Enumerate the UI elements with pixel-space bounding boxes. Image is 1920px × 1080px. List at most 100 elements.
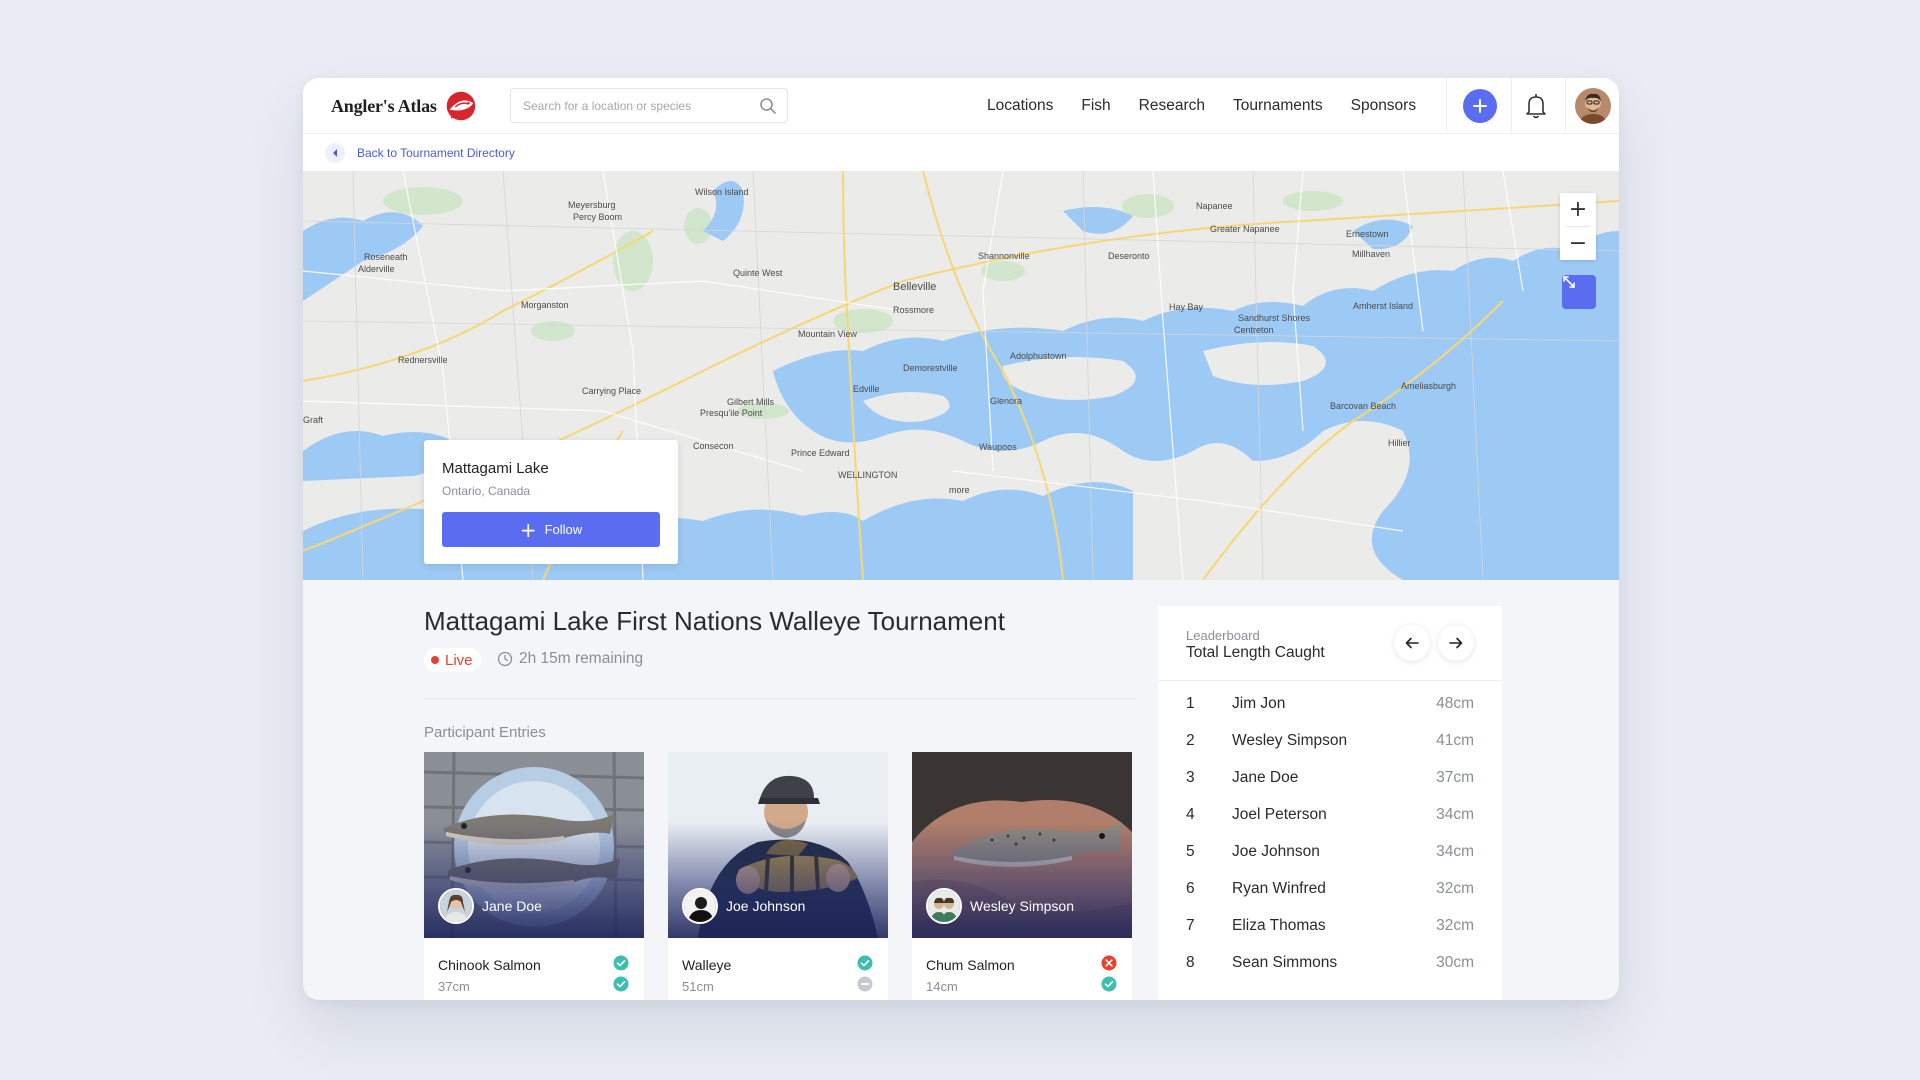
follow-label: Follow <box>544 522 583 537</box>
nav-tournaments[interactable]: Tournaments <box>1233 97 1323 115</box>
leaderboard-length: 34cm <box>1436 843 1474 860</box>
entry-size: 51cm <box>682 979 714 994</box>
map-label: Demorestville <box>903 363 958 373</box>
lake-name: Mattagami Lake <box>442 460 549 477</box>
entry-card[interactable]: Wesley Simpson Chum Salmon 14cm <box>912 752 1132 1000</box>
map-label: Hillier <box>1388 438 1411 448</box>
nav-sponsors[interactable]: Sponsors <box>1351 97 1416 115</box>
leaderboard-next-button[interactable] <box>1438 625 1474 661</box>
tournament-title: Mattagami Lake First Nations Walleye Tou… <box>424 606 1005 636</box>
leaderboard-kicker: Leaderboard <box>1186 628 1260 643</box>
map-label: Quinte West <box>733 268 783 278</box>
approved-check-icon <box>613 976 629 992</box>
leaderboard-panel: Leaderboard Total Length Caught 1 Jim Jon… <box>1158 606 1502 1000</box>
leaderboard-length: 34cm <box>1436 806 1474 823</box>
entry-user-avatar <box>438 888 474 924</box>
entry-species: Chum Salmon <box>926 957 1015 973</box>
map-label: Glenora <box>990 396 1023 406</box>
map-label: Amherst Island <box>1353 301 1414 311</box>
entry-size: 14cm <box>926 979 958 994</box>
map-label: Presqu'ile Point <box>700 408 763 418</box>
leaderboard-name: Jim Jon <box>1232 695 1286 712</box>
map-label: Millhaven <box>1352 249 1391 259</box>
entry-user-avatar <box>926 888 962 924</box>
search-icon[interactable] <box>759 97 777 115</box>
map-label: Percy Boom <box>573 212 623 222</box>
leaderboard-length: 32cm <box>1436 880 1474 897</box>
leaderboard-row[interactable]: 6 Ryan Winfred 32cm <box>1158 871 1502 908</box>
content-divider <box>424 698 1136 699</box>
bell-icon[interactable] <box>1521 90 1551 122</box>
leaderboard-title: Total Length Caught <box>1186 644 1325 661</box>
time-remaining: 2h 15m remaining <box>497 650 643 668</box>
follow-button[interactable]: + Follow <box>442 512 660 547</box>
pending-icon <box>857 976 873 992</box>
leaderboard-rank: 8 <box>1186 954 1195 971</box>
nav-research[interactable]: Research <box>1139 97 1205 115</box>
entry-card[interactable]: Jane Doe Chinook Salmon 37cm <box>424 752 644 1000</box>
entry-species: Chinook Salmon <box>438 957 541 973</box>
logo-text: Angler's Atlas <box>331 95 437 116</box>
leaderboard-rank: 4 <box>1186 806 1195 823</box>
leaderboard-name: Eliza Thomas <box>1232 917 1326 934</box>
map-label: Edville <box>853 384 880 394</box>
entry-username: Joe Johnson <box>726 898 806 914</box>
entry-user: Wesley Simpson <box>926 888 1074 924</box>
live-badge: Live <box>424 648 481 672</box>
map-label: Centreton <box>1234 325 1274 335</box>
nav-locations[interactable]: Locations <box>987 97 1053 115</box>
back-button[interactable] <box>325 143 345 163</box>
map-label: Gilbert Mills <box>727 397 775 407</box>
map-label: Belleville <box>893 281 937 293</box>
leaderboard-length: 48cm <box>1436 695 1474 712</box>
zoom-in-button[interactable]: + <box>1560 193 1596 226</box>
leaderboard-row[interactable]: 3 Jane Doe 37cm <box>1158 760 1502 797</box>
map-label: Prince Edward <box>791 448 850 458</box>
map-label: Graft <box>303 415 324 425</box>
leaderboard-row[interactable]: 7 Eliza Thomas 32cm <box>1158 908 1502 945</box>
map-label: Carrying Place <box>582 386 642 396</box>
map-label: more <box>949 485 970 495</box>
leaderboard-row[interactable]: 2 Wesley Simpson 41cm <box>1158 723 1502 760</box>
entry-username: Wesley Simpson <box>970 898 1075 914</box>
leaderboard-prev-button[interactable] <box>1394 625 1430 661</box>
lake-card: Mattagami Lake Ontario, Canada + Follow <box>424 440 678 564</box>
entry-username: Jane Doe <box>482 898 542 914</box>
search-input[interactable] <box>523 89 753 122</box>
map-label: Sandhurst Shores <box>1238 313 1311 323</box>
map-label: Rednersville <box>398 355 448 365</box>
back-to-directory-link[interactable]: Back to Tournament Directory <box>357 146 515 160</box>
main-nav: Locations Fish Research Tournaments Spon… <box>987 78 1444 134</box>
entry-species: Walleye <box>682 957 732 973</box>
map-view[interactable]: Wilson Island Meyersburg Percy Boom Rosenea… <box>303 171 1619 580</box>
expand-icon <box>1563 276 1575 288</box>
map-label: Barcovan Beach <box>1330 401 1397 411</box>
entry-user: Joe Johnson <box>682 888 805 924</box>
map-label: Adolphustown <box>1010 351 1067 361</box>
leaderboard-length: 32cm <box>1436 917 1474 934</box>
map-expand-button[interactable] <box>1562 275 1596 309</box>
map-label: Deseronto <box>1108 251 1150 261</box>
map-label: Rossmore <box>893 305 935 315</box>
add-button[interactable] <box>1463 89 1497 123</box>
map-label: Alderville <box>358 264 395 274</box>
leaderboard-row[interactable]: 4 Joel Peterson 34cm <box>1158 797 1502 834</box>
zoom-out-button[interactable]: − <box>1560 227 1596 260</box>
lake-location: Ontario, Canada <box>442 484 531 498</box>
map-label: Consecon <box>693 441 734 451</box>
leaderboard-row[interactable]: 5 Joe Johnson 34cm <box>1158 834 1502 871</box>
logo[interactable]: Angler's Atlas <box>331 87 479 125</box>
map-label: Ameliasburgh <box>1401 381 1457 391</box>
leaderboard-row[interactable]: 1 Jim Jon 48cm <box>1158 686 1502 723</box>
leaderboard-row[interactable]: 8 Sean Simmons 30cm <box>1158 945 1502 982</box>
nav-fish[interactable]: Fish <box>1081 97 1110 115</box>
leaderboard-name: Joel Peterson <box>1232 806 1327 823</box>
leaderboard-name: Ryan Winfred <box>1232 880 1326 897</box>
entries-label: Participant Entries <box>424 724 546 741</box>
leaderboard-name: Wesley Simpson <box>1232 732 1348 749</box>
arrow-right-icon <box>1449 637 1463 649</box>
plus-icon <box>1473 99 1487 113</box>
map-label: Ernestown <box>1346 229 1389 239</box>
user-avatar[interactable] <box>1575 88 1611 124</box>
entry-card[interactable]: Joe Johnson Walleye 51cm <box>668 752 888 1000</box>
